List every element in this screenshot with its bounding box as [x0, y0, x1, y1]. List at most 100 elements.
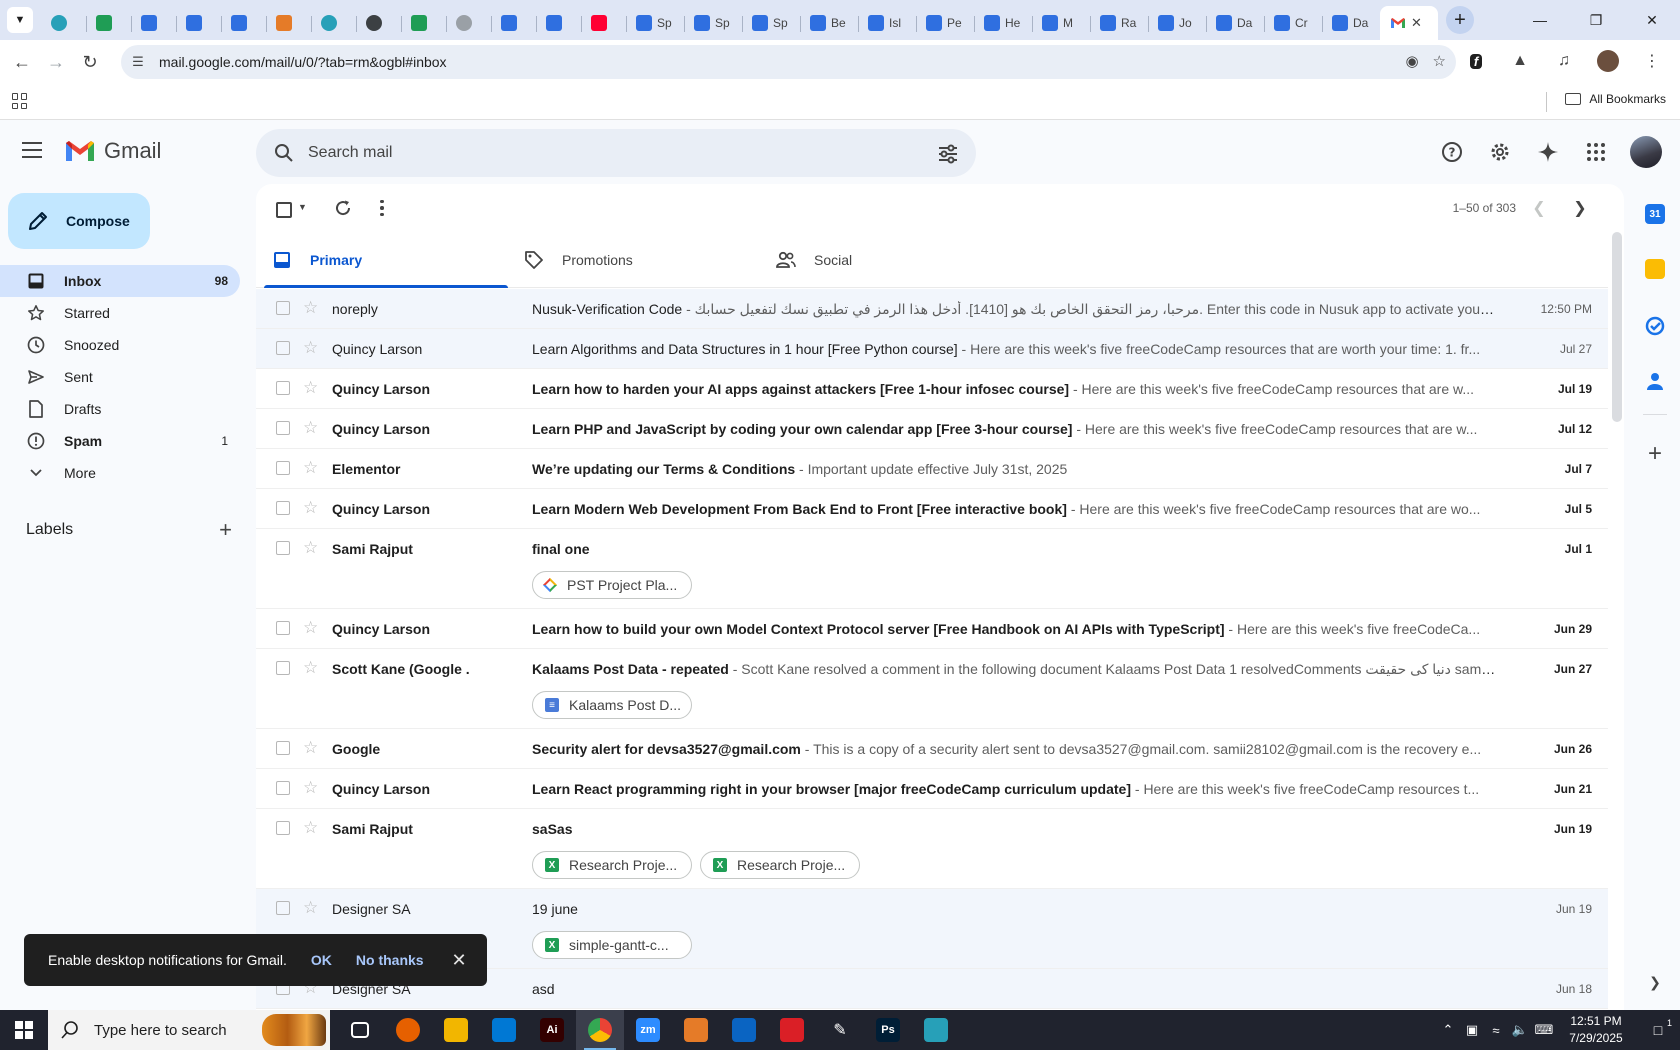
google-apps-icon[interactable] — [1576, 132, 1616, 172]
mail-list-scrollbar[interactable] — [1612, 232, 1622, 422]
tab-search-button[interactable]: ▼ — [7, 7, 33, 33]
browser-tab[interactable] — [491, 7, 536, 39]
email-select-checkbox[interactable] — [276, 301, 290, 315]
attachment-chip[interactable]: X Research Proje... — [532, 851, 692, 879]
email-row[interactable]: ☆ Scott Kane (Google . Kalaams Post Data -… — [256, 649, 1608, 729]
attachment-chip[interactable]: Xsimple-gantt-c... — [532, 931, 692, 959]
browser-menu-icon[interactable]: ⋮ — [1636, 45, 1668, 77]
star-icon[interactable]: ☆ — [303, 339, 318, 357]
start-button[interactable] — [0, 1010, 48, 1050]
lens-icon[interactable]: ◉ — [1405, 52, 1418, 70]
keep-icon[interactable] — [1645, 259, 1665, 279]
snackbar-close-icon[interactable]: ✕ — [449, 950, 469, 970]
browser-tab[interactable]: M — [1032, 7, 1090, 39]
email-row[interactable]: ☆ Google Security alert for devsa3527@gmai… — [256, 729, 1608, 769]
email-select-checkbox[interactable] — [276, 461, 290, 475]
taskbar-app[interactable]: ✎ — [816, 1010, 864, 1050]
email-select-checkbox[interactable] — [276, 421, 290, 435]
email-select-checkbox[interactable] — [276, 781, 290, 795]
star-icon[interactable]: ☆ — [303, 379, 318, 397]
email-select-checkbox[interactable] — [276, 821, 290, 835]
minimize-button[interactable]: — — [1512, 0, 1568, 40]
search-icon[interactable] — [272, 141, 296, 165]
account-avatar[interactable] — [1630, 136, 1662, 168]
browser-tab[interactable] — [536, 7, 581, 39]
restore-button[interactable]: ❐ — [1568, 0, 1624, 40]
browser-tab-gmail[interactable]: ✕ — [1380, 6, 1438, 40]
browser-tab[interactable] — [446, 7, 491, 39]
help-icon[interactable]: ? — [1432, 132, 1472, 172]
gemini-sparkle-icon[interactable] — [1528, 132, 1568, 172]
browser-tab[interactable]: Cr — [1264, 7, 1322, 39]
close-tab-icon[interactable]: ✕ — [1411, 15, 1422, 31]
all-bookmarks-button[interactable]: All Bookmarks — [1565, 92, 1666, 106]
email-select-checkbox[interactable] — [276, 501, 290, 515]
star-icon[interactable]: ☆ — [303, 459, 318, 477]
browser-tab[interactable]: Sp — [684, 7, 742, 39]
extensions-puzzle-icon[interactable]: ▲ — [1504, 45, 1536, 77]
newer-page-button[interactable]: ❮ — [1527, 196, 1551, 220]
tab-primary[interactable]: Primary — [256, 232, 508, 288]
search-options-icon[interactable] — [936, 141, 960, 165]
network-icon[interactable]: ▣ — [1460, 1010, 1484, 1050]
select-dropdown-icon[interactable]: ▼ — [298, 202, 307, 212]
browser-tab[interactable]: He — [974, 7, 1032, 39]
volume-icon[interactable]: 🔈 — [1508, 1010, 1532, 1050]
browser-tab[interactable] — [266, 7, 311, 39]
close-window-button[interactable]: ✕ — [1624, 0, 1680, 40]
search-input[interactable] — [308, 144, 908, 162]
taskbar-app[interactable] — [432, 1010, 480, 1050]
browser-tab[interactable] — [176, 7, 221, 39]
browser-tab[interactable]: Sp — [626, 7, 684, 39]
star-icon[interactable]: ☆ — [303, 779, 318, 797]
create-label-button[interactable]: + — [219, 517, 232, 543]
new-tab-button[interactable]: + — [1446, 6, 1474, 34]
taskbar-app[interactable] — [912, 1010, 960, 1050]
email-select-checkbox[interactable] — [276, 541, 290, 555]
tasks-icon[interactable] — [1643, 314, 1667, 338]
settings-gear-icon[interactable] — [1480, 132, 1520, 172]
calendar-icon[interactable]: 31 — [1645, 204, 1665, 224]
browser-tab[interactable] — [221, 7, 266, 39]
browser-tab[interactable] — [311, 7, 356, 39]
taskbar-app[interactable]: zm — [624, 1010, 672, 1050]
star-icon[interactable]: ☆ — [303, 539, 318, 557]
tab-promotions[interactable]: Promotions — [508, 232, 760, 288]
back-button[interactable]: ← — [5, 45, 39, 79]
browser-tab[interactable]: Ra — [1090, 7, 1148, 39]
email-row[interactable]: ☆ Quincy Larson Learn how to build your ow… — [256, 609, 1608, 649]
email-select-checkbox[interactable] — [276, 621, 290, 635]
browser-tab[interactable] — [86, 7, 131, 39]
browser-tab[interactable] — [401, 7, 446, 39]
main-menu-icon[interactable] — [22, 142, 42, 158]
snackbar-ok-button[interactable]: OK — [311, 952, 332, 968]
browser-tab[interactable]: Sp — [742, 7, 800, 39]
email-row[interactable]: ☆ noreply Nusuk-Verification Code - مرحبا،… — [256, 289, 1608, 329]
media-controls-icon[interactable]: ♫ — [1548, 45, 1580, 77]
taskbar-app[interactable] — [576, 1010, 624, 1050]
email-select-checkbox[interactable] — [276, 901, 290, 915]
browser-tab[interactable]: Da — [1206, 7, 1264, 39]
star-icon[interactable]: ☆ — [303, 419, 318, 437]
bookmark-star-icon[interactable]: ☆ — [1433, 52, 1446, 70]
attachment-chip[interactable]: PST Project Pla... — [532, 571, 692, 599]
star-icon[interactable]: ☆ — [303, 659, 318, 677]
browser-tab[interactable] — [581, 7, 626, 39]
sidebar-item-more[interactable]: More — [0, 457, 240, 489]
email-row[interactable]: ☆ Quincy Larson Learn Algorithms and Data … — [256, 329, 1608, 369]
browser-tab[interactable]: Isl — [858, 7, 916, 39]
language-icon[interactable]: ⌨ — [1532, 1010, 1556, 1050]
contacts-icon[interactable] — [1643, 369, 1667, 393]
email-row[interactable]: ☆ Sami Rajput saSas Jun 19 X Research Proje..… — [256, 809, 1608, 889]
email-select-checkbox[interactable] — [276, 741, 290, 755]
star-icon[interactable]: ☆ — [303, 299, 318, 317]
taskbar-app[interactable] — [672, 1010, 720, 1050]
gmail-logo[interactable]: Gmail — [64, 138, 161, 164]
taskbar-app[interactable] — [768, 1010, 816, 1050]
site-settings-icon[interactable]: ☰ — [129, 53, 147, 71]
taskbar-app[interactable] — [720, 1010, 768, 1050]
email-select-checkbox[interactable] — [276, 661, 290, 675]
taskbar-app[interactable] — [480, 1010, 528, 1050]
email-row[interactable]: ☆ Quincy Larson Learn PHP and JavaScript b… — [256, 409, 1608, 449]
email-select-checkbox[interactable] — [276, 381, 290, 395]
